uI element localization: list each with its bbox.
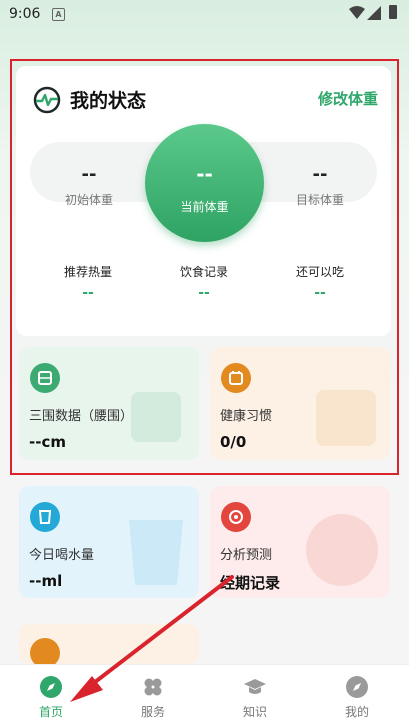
- tab-home-label: 首页: [38, 705, 63, 719]
- battery-icon: [389, 5, 397, 19]
- water-cup-icon: [30, 502, 60, 532]
- partial-tile[interactable]: [19, 624, 199, 664]
- water-value: --ml: [29, 572, 63, 590]
- tab-home[interactable]: 首页: [0, 665, 102, 728]
- flower-icon: [221, 502, 251, 532]
- notification-a-icon: A: [52, 8, 65, 21]
- tab-services[interactable]: 服务: [102, 665, 204, 728]
- tab-mine[interactable]: 我的: [306, 665, 408, 728]
- water-tile[interactable]: 今日喝水量 --ml: [19, 486, 199, 598]
- tab-mine-label: 我的: [344, 705, 369, 719]
- flower-watermark-icon: [306, 514, 378, 586]
- tab-knowledge[interactable]: 知识: [204, 665, 306, 728]
- highlight-box: [10, 59, 399, 475]
- period-title: 分析预测: [220, 548, 273, 563]
- period-value: 经期记录: [220, 574, 281, 592]
- tree-icon: [30, 638, 60, 664]
- status-bar: 9:06 A: [0, 0, 409, 30]
- tab-knowledge-label: 知识: [242, 705, 267, 719]
- period-tile[interactable]: 分析预测 经期记录: [210, 486, 390, 598]
- graduation-cap-icon: [244, 679, 266, 694]
- compass-outline-icon: [346, 676, 368, 698]
- water-cup-watermark-icon: [129, 520, 183, 585]
- wifi-icon: [349, 6, 365, 19]
- compass-icon: [40, 676, 62, 698]
- status-time: 9:06: [9, 6, 41, 22]
- tab-bar: 首页 服务 知识 我的: [0, 664, 409, 728]
- water-title: 今日喝水量: [29, 548, 95, 563]
- signal-icon: [367, 6, 381, 20]
- clover-icon: [144, 678, 162, 696]
- tab-services-label: 服务: [140, 705, 165, 719]
